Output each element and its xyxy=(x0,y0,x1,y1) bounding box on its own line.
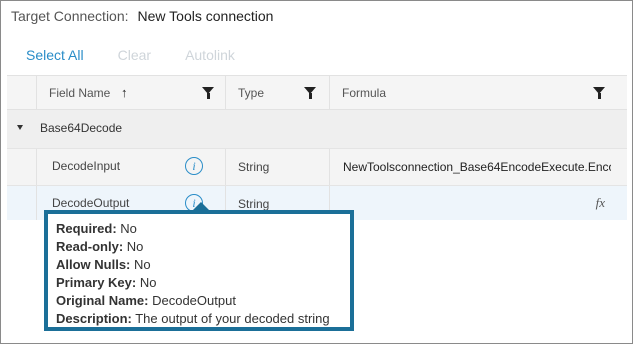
field-info-tooltip: Required: No Read-only: No Allow Nulls: … xyxy=(44,202,354,331)
clear-button[interactable]: Clear xyxy=(118,47,151,63)
info-icon[interactable]: i xyxy=(185,157,203,175)
header-type-label: Type xyxy=(238,86,265,100)
tooltip-description: Description: The output of your decoded … xyxy=(56,311,330,326)
filter-icon[interactable] xyxy=(304,87,316,99)
target-connection: Target Connection: New Tools connection xyxy=(11,8,273,24)
tooltip-primary-key: Primary Key: No xyxy=(56,275,157,290)
field-name: DecodeOutput xyxy=(52,196,130,210)
field-name: DecodeInput xyxy=(52,159,121,173)
select-all-button[interactable]: Select All xyxy=(26,47,84,63)
grid-header: Field Name ↑ Type Formula xyxy=(7,76,627,110)
formula-cell[interactable]: fx xyxy=(331,186,611,220)
tooltip-allow-nulls: Allow Nulls: No xyxy=(56,257,151,272)
target-connection-value: New Tools connection xyxy=(137,8,274,24)
field-name-cell: DecodeInput i xyxy=(38,149,226,185)
header-field-name[interactable]: Field Name ↑ xyxy=(38,76,226,109)
row-spacer xyxy=(7,186,37,220)
header-formula[interactable]: Formula xyxy=(331,76,611,109)
autolink-button[interactable]: Autolink xyxy=(185,47,235,63)
field-mapping-panel: Target Connection: New Tools connection S… xyxy=(0,0,633,344)
fx-icon[interactable]: fx xyxy=(596,195,605,211)
type-value: String xyxy=(238,197,270,211)
caret-down-icon[interactable] xyxy=(17,125,23,130)
tooltip-readonly: Read-only: No xyxy=(56,239,144,254)
row-spacer xyxy=(7,149,37,185)
table-row[interactable]: DecodeInput i String NewToolsconnection_… xyxy=(7,149,627,186)
header-spacer xyxy=(7,76,37,109)
group-label: Base64Decode xyxy=(40,121,123,135)
filter-icon[interactable] xyxy=(202,87,214,99)
header-field-name-label: Field Name xyxy=(49,86,111,100)
type-cell: String xyxy=(227,149,330,185)
header-type[interactable]: Type xyxy=(227,76,330,109)
target-connection-label: Target Connection: xyxy=(11,8,129,24)
toolbar: Select All Clear Autolink xyxy=(26,47,269,63)
formula-value: NewToolsconnection_Base64EncodeExecute.E… xyxy=(343,160,611,174)
formula-cell[interactable]: NewToolsconnection_Base64EncodeExecute.E… xyxy=(331,149,611,185)
group-row[interactable]: Base64Decode xyxy=(7,110,627,149)
header-formula-label: Formula xyxy=(342,86,387,100)
fields-grid: Field Name ↑ Type Formula Base64Decode D… xyxy=(7,75,627,220)
tooltip-required: Required: No xyxy=(56,221,137,236)
sort-ascending-icon[interactable]: ↑ xyxy=(121,85,128,100)
type-value: String xyxy=(238,160,270,174)
tooltip-original-name: Original Name: DecodeOutput xyxy=(56,293,236,308)
filter-icon[interactable] xyxy=(593,87,605,99)
tooltip-pointer xyxy=(193,202,209,210)
